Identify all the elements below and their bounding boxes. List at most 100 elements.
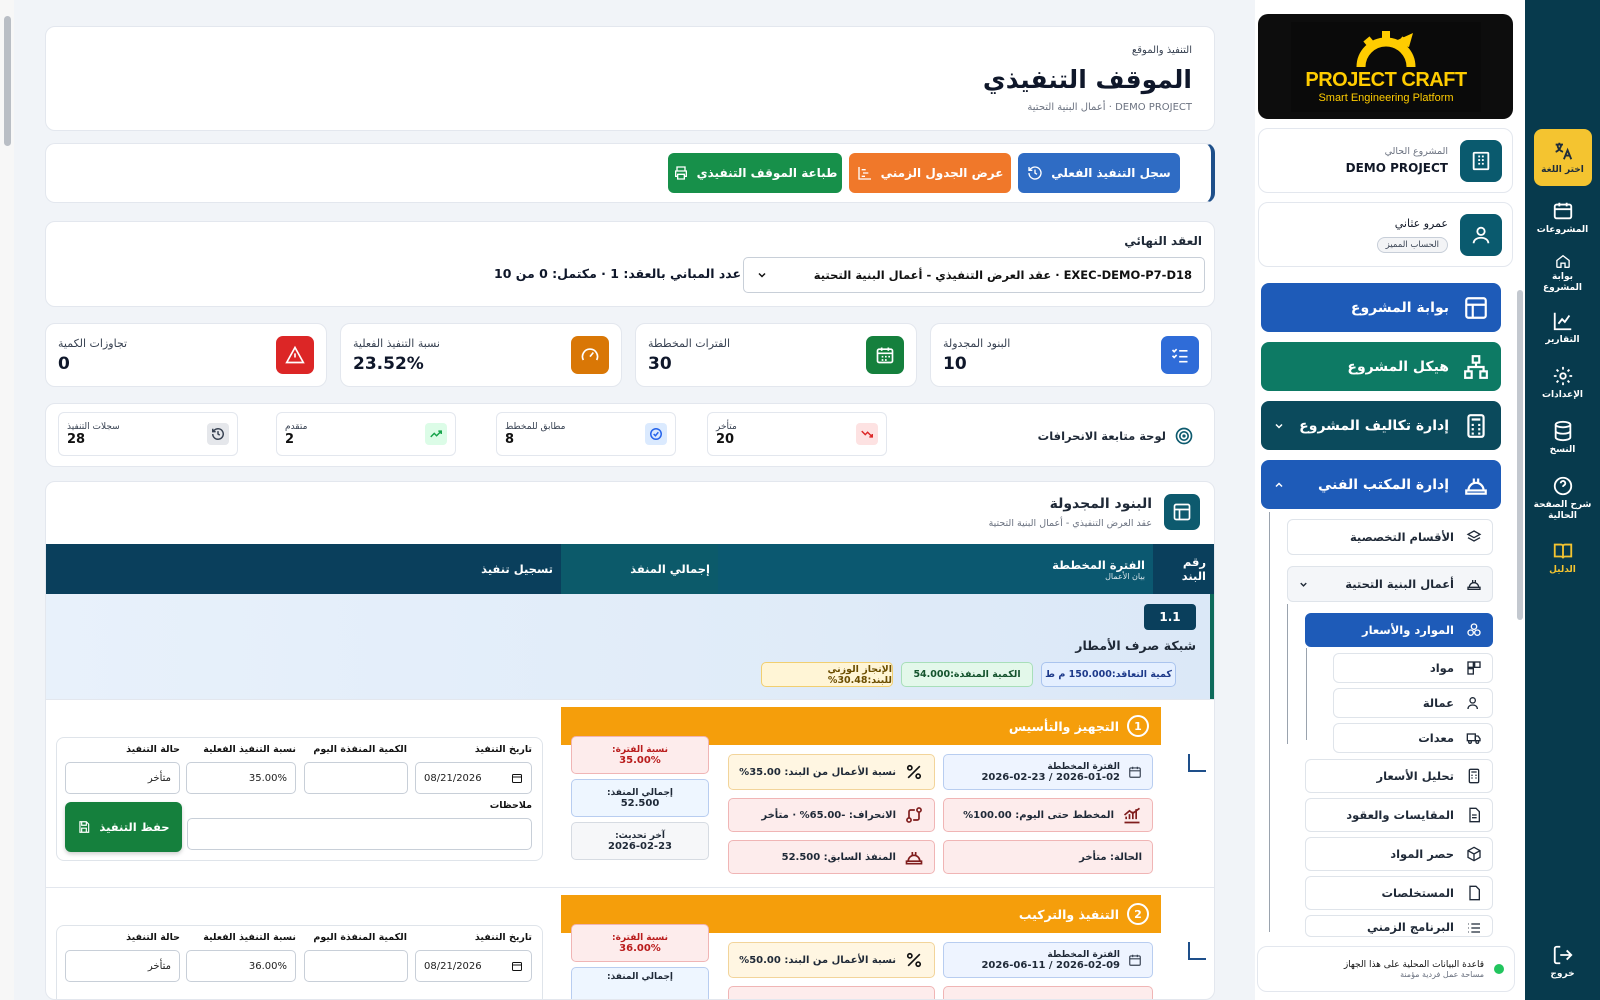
chart-icon <box>1553 313 1571 331</box>
local-db-note: قاعدة البيانات المحلية على هذا الجهاز مس… <box>1257 946 1515 992</box>
rail-settings[interactable]: الإعدادات <box>1534 363 1592 403</box>
nav-costs[interactable]: إدارة تكاليف المشروع <box>1261 401 1501 450</box>
nav-label: إدارة تكاليف المشروع <box>1299 417 1449 434</box>
dev-card-records[interactable]: سجلات التنفيذ 28 <box>58 412 238 456</box>
col-label: الفترة المخططة <box>1052 557 1145 572</box>
dev-value: 20 <box>716 431 735 447</box>
rail-logout[interactable]: خروج <box>1534 942 1592 982</box>
state-input[interactable]: متأخر <box>65 762 180 794</box>
period-pct-value: 35.00% <box>619 754 661 766</box>
state-label: حالة التنفيذ <box>126 932 180 943</box>
user-card[interactable]: عمرو عثاني الحساب المميز <box>1258 202 1513 267</box>
rail-label: خروج <box>1550 969 1575 980</box>
dev-card-late[interactable]: متأخر 20 <box>707 412 887 456</box>
nav-tech-office[interactable]: إدارة المكتب الفني <box>1261 460 1501 509</box>
nav-label: بوابة المشروع <box>1350 299 1449 316</box>
nav-equipment[interactable]: معدات <box>1333 723 1493 753</box>
file-icon <box>1469 885 1480 901</box>
document-icon <box>1469 807 1480 823</box>
pct-value: 35.00% <box>248 772 287 784</box>
building-icon <box>1460 139 1502 182</box>
nav-takeoff[interactable]: حصر المواد <box>1305 837 1493 871</box>
nav-price-analysis[interactable]: تحليل الأسعار <box>1305 759 1493 793</box>
deviation-title: لوحة متابعة الانحرافات <box>1037 429 1166 443</box>
dev-label: مطابق للمخطط <box>505 421 566 432</box>
nav-scrollbar[interactable] <box>1517 290 1523 620</box>
db-note-title: قاعدة البيانات المحلية على هذا الجهاز <box>1343 959 1484 970</box>
pct-input[interactable]: 36.00% <box>186 950 296 982</box>
last-update-label: آخر تحديث: <box>615 830 665 841</box>
nav-portal[interactable]: بوابة المشروع <box>1261 283 1501 332</box>
logo-tagline: Smart Engineering Platform <box>1318 92 1454 104</box>
qty-label: الكمية المنفذة اليوم <box>313 744 407 755</box>
col-item-no: رقم البند <box>1153 544 1214 594</box>
db-note-sub: مساحة عمل فردية مؤمنة <box>1400 969 1484 979</box>
print-button[interactable]: طباعة الموقف التنفيذي <box>668 153 842 193</box>
save-button[interactable]: حفظ التنفيذ <box>65 802 182 852</box>
nav-label: مواد <box>1429 661 1454 675</box>
timeline-button[interactable]: عرض الجدول الزمني <box>849 153 1011 193</box>
period-pct-cell: نسبة الفترة: 35.00% <box>571 736 709 774</box>
rail-label: المشروعات <box>1536 225 1589 236</box>
kpi-planned-periods: الفترات المخططة 30 <box>635 323 917 387</box>
period-pct-label: نسبة الفترة: <box>612 932 668 943</box>
hierarchy-icon <box>1464 354 1488 379</box>
log-button[interactable]: سجل التنفيذ الفعلي <box>1018 153 1180 193</box>
rail-backup[interactable]: النسخ <box>1534 418 1592 458</box>
rail-guide[interactable]: الدليل <box>1534 538 1592 578</box>
status-cell: الحالة: متأخر <box>943 840 1153 874</box>
qty-input[interactable] <box>304 950 408 982</box>
planned-cell <box>943 986 1153 999</box>
nav-label: هيكل المشروع <box>1347 358 1449 375</box>
nav-divisions[interactable]: الأقسام التخصصية <box>1287 519 1493 555</box>
nav-invoices[interactable]: المستخلصات <box>1305 876 1493 910</box>
calendar-icon <box>1129 766 1141 778</box>
col-total: إجمالي المنفذ <box>561 544 718 594</box>
calendar-icon <box>512 962 522 971</box>
rail-projects[interactable]: المشروعات <box>1534 198 1592 238</box>
status-dot <box>1494 964 1504 974</box>
date-input[interactable]: 08/21/2026 <box>415 762 532 794</box>
nav-resources[interactable]: الموارد والأسعار <box>1305 613 1493 647</box>
box-icon <box>1467 846 1481 862</box>
period-pct-cell: نسبة الفترة: 36.00% <box>571 924 709 962</box>
dev-card-ahead[interactable]: متقدم 2 <box>276 412 456 456</box>
date-label: تاريخ التنفيذ <box>474 932 532 943</box>
chevron-down-icon <box>758 272 766 278</box>
page-scrollbar[interactable] <box>0 0 14 1000</box>
total-label: إجمالي المنفذ: <box>606 972 674 982</box>
nav-schedule[interactable]: البرنامج الزمني <box>1305 915 1493 937</box>
dev-value: 2 <box>285 431 295 447</box>
rail-help[interactable]: شرح الصفحة الحالية <box>1534 472 1592 524</box>
button-label: سجل التنفيذ الفعلي <box>1051 166 1171 180</box>
current-project-card[interactable]: المشروع الحالي DEMO PROJECT <box>1258 128 1513 193</box>
nav-infra[interactable]: أعمال البنية التحتية <box>1287 566 1493 602</box>
action-bar: سجل التنفيذ الفعلي عرض الجدول الزمني طبا… <box>45 143 1215 203</box>
user-icon <box>1460 213 1502 256</box>
nav-labor[interactable]: عمالة <box>1333 688 1493 718</box>
notes-input[interactable] <box>187 818 532 850</box>
nav-contracts[interactable]: المقايسات والعقود <box>1305 798 1493 832</box>
dev-card-on-plan[interactable]: مطابق للمخطط 8 <box>496 412 676 456</box>
rail-portal[interactable]: بوابة المشروع <box>1534 253 1592 293</box>
date-input[interactable]: 08/21/2026 <box>415 950 532 982</box>
contract-label: العقد النهائي <box>1124 234 1202 248</box>
state-input[interactable]: متأخر <box>65 950 180 982</box>
dev-value: 28 <box>67 431 86 447</box>
rail-label: الدليل <box>1549 565 1576 576</box>
state-label: حالة التنفيذ <box>126 744 180 755</box>
scrollbar-thumb[interactable] <box>4 16 11 146</box>
pct-input[interactable]: 35.00% <box>186 762 296 794</box>
executed-qty-badge: الكمية المنفذة:54.000 <box>901 662 1033 687</box>
work-pct-text: نسبة الأعمال من البند: 50.00% <box>739 954 896 966</box>
nav-materials[interactable]: مواد <box>1333 653 1493 683</box>
rail-label: الإعدادات <box>1542 390 1583 401</box>
rail-reports[interactable]: التقارير <box>1534 308 1592 348</box>
nav-structure[interactable]: هيكل المشروع <box>1261 342 1501 391</box>
qty-input[interactable] <box>304 762 408 794</box>
bar-chart-icon <box>1123 807 1140 824</box>
contract-select[interactable]: EXEC-DEMO-P7-D18 · عقد العرض التنفيذي - … <box>743 257 1205 293</box>
rail-language[interactable]: اختر اللغة <box>1533 129 1592 186</box>
button-label: طباعة الموقف التنفيذي <box>696 166 838 180</box>
notes-label: ملاحظات <box>489 800 532 811</box>
